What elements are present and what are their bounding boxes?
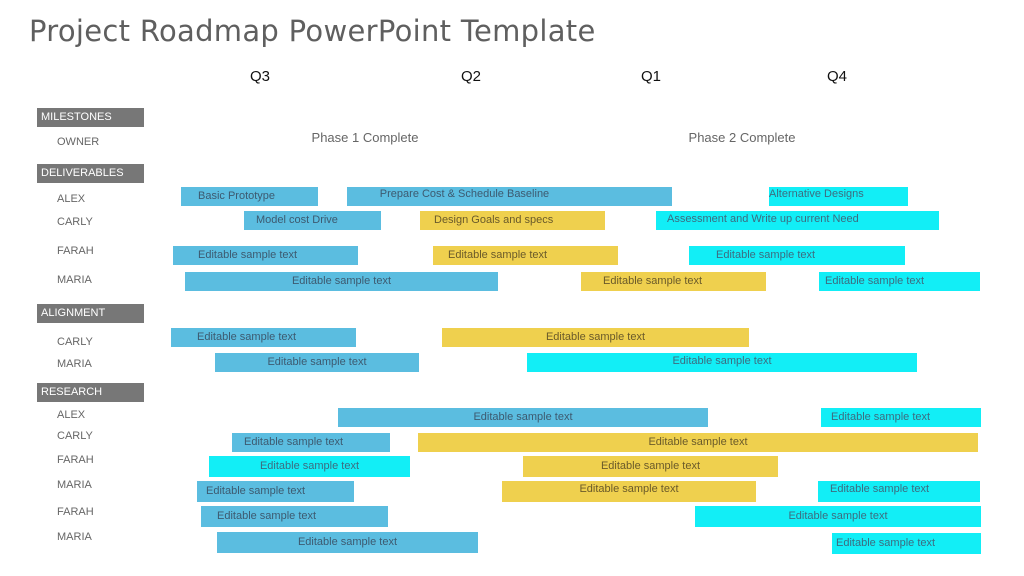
task-bar[interactable]: Editable sample text <box>232 433 390 452</box>
task-bar[interactable]: Editable sample text <box>215 353 419 372</box>
task-bar[interactable]: Editable sample text <box>197 481 354 502</box>
task-bar[interactable]: Design Goals and specs <box>420 211 605 230</box>
task-bar[interactable]: Editable sample text <box>201 506 388 527</box>
task-bar[interactable]: Prepare Cost & Schedule Baseline <box>347 187 672 206</box>
page-title: Project Roadmap PowerPoint Template <box>29 14 596 48</box>
task-bar[interactable]: Editable sample text <box>695 506 981 527</box>
task-bar[interactable]: Alternative Designs <box>769 187 908 206</box>
owner-label: MARIA <box>57 479 92 491</box>
task-bar[interactable]: Editable sample text <box>217 532 478 553</box>
section-research: RESEARCH <box>37 383 144 402</box>
quarter-label: Q2 <box>460 68 482 85</box>
owner-label: MARIA <box>57 274 92 286</box>
owner-label: OWNER <box>57 136 100 148</box>
quarter-label: Q3 <box>249 68 271 85</box>
task-bar[interactable]: Editable sample text <box>442 328 749 347</box>
task-bar[interactable]: Basic Prototype <box>181 187 318 206</box>
task-bar[interactable]: Editable sample text <box>581 272 766 291</box>
task-bar[interactable]: Editable sample text <box>819 272 980 291</box>
owner-label: FARAH <box>57 454 94 466</box>
task-bar[interactable]: Editable sample text <box>818 481 980 502</box>
task-bar[interactable]: Editable sample text <box>527 353 917 372</box>
task-bar[interactable]: Assessment and Write up current Need <box>656 211 939 230</box>
task-bar[interactable]: Editable sample text <box>433 246 618 265</box>
owner-label: ALEX <box>57 193 86 205</box>
owner-label: MARIA <box>57 531 92 543</box>
task-bar[interactable]: Editable sample text <box>523 456 778 477</box>
task-bar[interactable]: Editable sample text <box>209 456 410 477</box>
owner-label: CARLY <box>57 430 93 442</box>
task-bar[interactable]: Editable sample text <box>689 246 905 265</box>
owner-label: ALEX <box>57 409 86 421</box>
owner-label: FARAH <box>57 506 94 518</box>
task-bar[interactable]: Model cost Drive <box>244 211 381 230</box>
section-deliverables: DELIVERABLES <box>37 164 144 183</box>
task-bar[interactable]: Editable sample text <box>821 408 981 427</box>
task-bar[interactable]: Editable sample text <box>173 246 358 265</box>
task-bar[interactable]: Editable sample text <box>171 328 356 347</box>
task-bar[interactable]: Editable sample text <box>832 533 981 554</box>
owner-label: CARLY <box>57 216 93 228</box>
task-bar[interactable]: Editable sample text <box>338 408 708 427</box>
section-milestones: MILESTONES <box>37 108 144 127</box>
quarter-label: Q1 <box>640 68 662 85</box>
owner-label: FARAH <box>57 245 94 257</box>
task-bar[interactable]: Editable sample text <box>418 433 978 452</box>
owner-label: CARLY <box>57 336 93 348</box>
owner-label: MARIA <box>57 358 92 370</box>
section-alignment: ALIGNMENT <box>37 304 144 323</box>
phase-milestone: Phase 2 Complete <box>688 130 796 145</box>
task-bar[interactable]: Editable sample text <box>185 272 498 291</box>
task-bar[interactable]: Editable sample text <box>502 481 756 502</box>
quarter-label: Q4 <box>826 68 848 85</box>
phase-milestone: Phase 1 Complete <box>311 130 419 145</box>
